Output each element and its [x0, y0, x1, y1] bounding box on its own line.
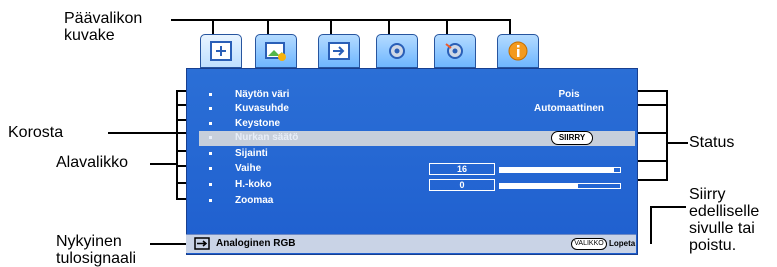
callout-highlight: Korosta	[8, 124, 64, 141]
callout-main-menu-icon: Päävalikon kuvake	[64, 10, 143, 44]
h-koko-slider[interactable]	[499, 183, 621, 189]
bullet	[209, 136, 212, 139]
line-status	[666, 142, 688, 144]
menu-item-label: Keystone	[235, 118, 281, 129]
source-input-icon	[328, 42, 350, 60]
lopeta-label: Lopeta	[609, 239, 636, 248]
siirry-button[interactable]: SIIRRY	[551, 131, 593, 145]
status-bar: Analoginen RGB VALIKKO Lopeta	[186, 234, 636, 253]
menu-item-value: Automaattinen	[534, 103, 604, 114]
bullet	[209, 167, 212, 170]
current-input-label: Analoginen RGB	[216, 238, 296, 249]
menu-item-kuvasuhde[interactable]: Kuvasuhde Automaattinen	[199, 102, 635, 117]
line-back-exit	[650, 206, 686, 208]
menu-item-h-koko[interactable]: H.-koko 0	[199, 178, 635, 193]
image-settings-icon	[210, 41, 232, 61]
menu-item-label: Sijainti	[235, 148, 268, 159]
menu-item-zoomaa[interactable]: Zoomaa	[199, 194, 635, 209]
callout-status: Status	[689, 134, 735, 151]
picture-mode-icon	[265, 42, 286, 61]
settings-gear-icon	[389, 43, 405, 59]
input-source-icon	[194, 237, 210, 250]
tab-image[interactable]	[200, 34, 242, 68]
menu-item-label: Kuvasuhde	[235, 103, 289, 114]
tab-advanced[interactable]	[434, 34, 476, 68]
value-box: 0	[429, 179, 495, 191]
tab-picture-mode[interactable]	[255, 34, 297, 68]
menu-item-sijainti[interactable]: Sijainti	[199, 147, 635, 162]
menu-item-nurkan-saato[interactable]: Nurkan säätö SIIRRY	[199, 131, 635, 146]
value-box: 16	[429, 163, 495, 175]
menu-item-value: Pois	[558, 89, 580, 100]
callout-back-exit: Siirry edelliselle sivulle tai poistu.	[689, 186, 760, 254]
osd-menu-panel: Näytön väri Pois Kuvasuhde Automaattinen…	[186, 68, 638, 255]
tab-source[interactable]	[318, 34, 360, 68]
menu-item-vaihe[interactable]: Vaihe 16	[199, 162, 635, 177]
vaihe-slider[interactable]	[499, 167, 621, 173]
line-submenu	[150, 163, 178, 165]
tab-info[interactable]	[497, 34, 539, 68]
line-main-menu	[171, 19, 511, 21]
menu-item-label: Nurkan säätö	[235, 132, 299, 143]
callout-submenu: Alavalikko	[56, 154, 129, 171]
menu-item-keystone[interactable]: Keystone	[199, 117, 635, 132]
tab-settings[interactable]	[376, 34, 418, 68]
info-icon	[508, 41, 528, 61]
advanced-gear-icon	[445, 43, 463, 59]
menu-item-label: Vaihe	[235, 163, 262, 174]
bullet	[209, 93, 212, 96]
callout-current-input: Nykyinen tulosignaali	[56, 233, 137, 267]
menu-item-label: Näytön väri	[235, 89, 290, 100]
bullet	[209, 107, 212, 110]
slider-fill	[500, 168, 614, 172]
bullet	[209, 122, 212, 125]
menu-item-naytonvari[interactable]: Näytön väri Pois	[199, 88, 635, 103]
bullet	[209, 183, 212, 186]
menu-item-label: Zoomaa	[235, 195, 274, 206]
bullet	[209, 152, 212, 155]
line-back-exit-vertical	[650, 206, 652, 244]
bullet	[209, 199, 212, 202]
slider-fill	[500, 184, 578, 188]
menu-item-label: H.-koko	[235, 179, 272, 190]
main-menu-tabs	[190, 34, 630, 68]
valikko-button[interactable]: VALIKKO	[571, 238, 607, 250]
